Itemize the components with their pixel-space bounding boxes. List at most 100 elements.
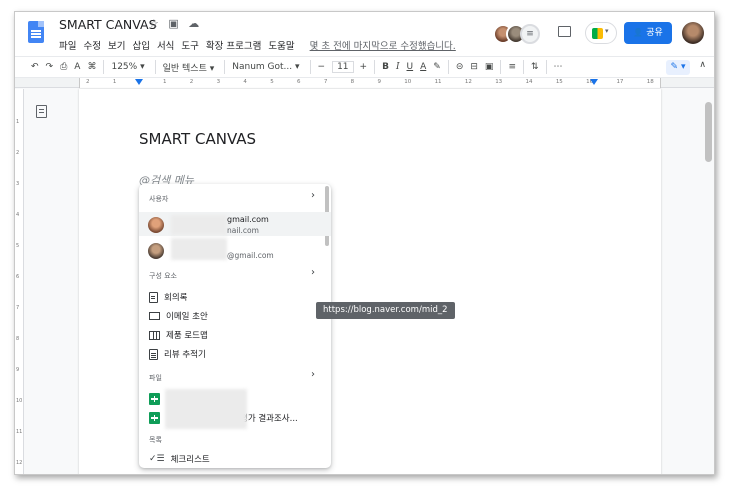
component-review-tracker[interactable]: 리뷰 추적기 — [149, 347, 206, 361]
collapse-menus-icon[interactable]: ∧ — [699, 60, 706, 70]
redo-icon[interactable]: ↷ — [46, 62, 54, 72]
file-item[interactable] — [149, 392, 166, 406]
editing-mode-button[interactable]: ✎ ▾ — [666, 60, 690, 75]
font-select[interactable]: Nanum Got... ▾ — [232, 62, 299, 72]
menu-help[interactable]: 도움말 — [268, 38, 294, 52]
meet-button[interactable]: ▾ — [585, 22, 617, 44]
avatar — [148, 243, 164, 259]
app-window: SMART CANVAS ☆ ▣ ☁ 파일 수정 보기 삽입 서식 도구 확장 … — [14, 11, 715, 475]
file-label: 평가 결과조사... — [240, 414, 298, 424]
vruler-tick-label: 4 — [16, 212, 20, 218]
vruler-tick-label: 11 — [16, 429, 23, 435]
align-icon[interactable]: ≡ — [508, 62, 516, 72]
divider — [103, 60, 105, 74]
chevron-right-icon[interactable]: › — [311, 267, 315, 278]
vruler-tick-label: 5 — [16, 243, 20, 249]
account-avatar[interactable] — [682, 22, 704, 44]
divider — [545, 60, 547, 74]
vruler-tick-label: 3 — [16, 181, 20, 187]
insert-image-icon[interactable]: ▣ — [485, 62, 494, 72]
ruler-tick-label: 2 — [189, 79, 194, 85]
share-button[interactable]: 👤 공유 — [624, 22, 672, 44]
vertical-ruler: 1 2 3 4 5 6 7 8 9 10 11 12 — [15, 89, 24, 474]
collaborator-avatars[interactable]: ≡ — [493, 24, 549, 46]
document-title[interactable]: SMART CANVAS — [59, 17, 157, 32]
left-indent-marker[interactable] — [135, 79, 143, 85]
italic-button[interactable]: I — [396, 62, 400, 72]
ruler-tick-label: 15 — [555, 79, 563, 85]
print-icon[interactable]: ⎙ — [60, 62, 67, 72]
component-meeting-notes[interactable]: 회의록 — [149, 290, 187, 304]
chevron-right-icon[interactable]: › — [311, 369, 315, 380]
ruler-scale: 2 1 1 2 3 4 5 6 7 8 9 10 11 12 13 14 15 16 17 18 — [79, 78, 661, 88]
person-row[interactable]: gmail.com nail.com — [139, 212, 331, 236]
menu-file[interactable]: 파일 — [59, 38, 76, 52]
menu-edit[interactable]: 수정 — [83, 38, 100, 52]
ruler-tick-label: 8 — [350, 79, 355, 85]
menu-extensions[interactable]: 확장 프로그램 — [206, 38, 261, 52]
paint-format-icon[interactable]: ⌘ — [87, 62, 96, 72]
map-icon — [149, 330, 160, 340]
mail-icon — [149, 312, 160, 320]
more-icon[interactable]: ⋯ — [554, 62, 563, 72]
chevron-right-icon[interactable]: › — [311, 190, 315, 201]
ruler-tick-label: 13 — [495, 79, 503, 85]
more-collaborators-icon[interactable]: ≡ — [520, 24, 540, 44]
star-move-cloud-icons[interactable]: ☆ ▣ ☁ — [149, 17, 202, 30]
menu-tools[interactable]: 도구 — [181, 38, 198, 52]
list-checklist[interactable]: ✓☰ 체크리스트 — [149, 452, 210, 466]
vruler-tick-label: 8 — [16, 336, 20, 342]
highlight-icon[interactable]: ✎ — [433, 62, 441, 72]
ruler-tick-label: 3 — [216, 79, 221, 85]
ruler-tick-label: 7 — [323, 79, 328, 85]
ruler-tick-label: 5 — [270, 79, 274, 85]
zoom-select[interactable]: 125% ▾ — [111, 62, 144, 72]
link-icon[interactable]: ⊝ — [456, 62, 464, 72]
right-indent-marker[interactable] — [590, 79, 598, 85]
toolbar: ↶ ↷ ⎙ A ⌘ 125% ▾ 일반 텍스트 ▾ Nanum Got... ▾… — [15, 56, 714, 78]
docs-logo-icon[interactable] — [28, 21, 44, 43]
divider — [309, 60, 311, 74]
component-email-draft[interactable]: 이메일 초안 — [149, 309, 208, 323]
undo-icon[interactable]: ↶ — [31, 62, 39, 72]
redacted-filename — [165, 389, 247, 429]
vruler-tick-label: 1 — [16, 119, 20, 125]
line-spacing-icon[interactable]: ⇅ — [531, 62, 539, 72]
vruler-tick-label: 10 — [16, 398, 23, 404]
text-color-button[interactable]: A — [420, 62, 426, 72]
font-size-decrease-button[interactable]: − — [318, 62, 326, 72]
scrollbar-thumb[interactable] — [705, 102, 712, 162]
font-value: Nanum Got... — [232, 62, 293, 72]
ruler-tick-label: 18 — [646, 79, 654, 85]
add-comment-icon[interactable]: ⊟ — [470, 62, 478, 72]
ruler-tick-label: 4 — [243, 79, 247, 85]
comment-history-icon[interactable] — [558, 26, 571, 37]
component-label: 제품 로드맵 — [166, 331, 208, 341]
menu-format[interactable]: 서식 — [157, 38, 174, 52]
style-value: 일반 텍스트 — [162, 63, 207, 74]
section-lists: 목록 — [149, 436, 162, 444]
ruler-tick-label: 1 — [112, 79, 117, 85]
underline-button[interactable]: U — [407, 62, 414, 72]
smart-chip-menu: 사용자 › gmail.com nail.com @gmail.com 구성 요… — [139, 184, 331, 468]
document-outline-icon[interactable] — [36, 105, 47, 118]
divider — [447, 60, 449, 74]
bold-button[interactable]: B — [382, 62, 389, 72]
divider — [374, 60, 376, 74]
document-scrollbar[interactable] — [705, 102, 712, 472]
section-people: 사용자 — [149, 195, 169, 203]
list-label: 체크리스트 — [170, 455, 210, 465]
last-edit-link[interactable]: 몇 초 전에 마지막으로 수정했습니다. — [310, 38, 456, 52]
font-size-input[interactable]: 11 — [332, 61, 354, 73]
person-row[interactable]: @gmail.com — [139, 238, 331, 262]
menu-view[interactable]: 보기 — [108, 38, 125, 52]
spellcheck-icon[interactable]: A — [74, 62, 80, 72]
style-select[interactable]: 일반 텍스트 ▾ — [163, 61, 215, 74]
menu-insert[interactable]: 삽입 — [132, 38, 149, 52]
font-size-increase-button[interactable]: + — [360, 62, 368, 72]
doc-heading[interactable]: SMART CANVAS — [139, 130, 256, 148]
ruler-tick-label: 11 — [434, 79, 442, 85]
section-components: 구성 요소 — [149, 272, 177, 280]
vruler-tick-label: 6 — [16, 274, 20, 280]
component-product-roadmap[interactable]: 제품 로드맵 — [149, 328, 208, 342]
